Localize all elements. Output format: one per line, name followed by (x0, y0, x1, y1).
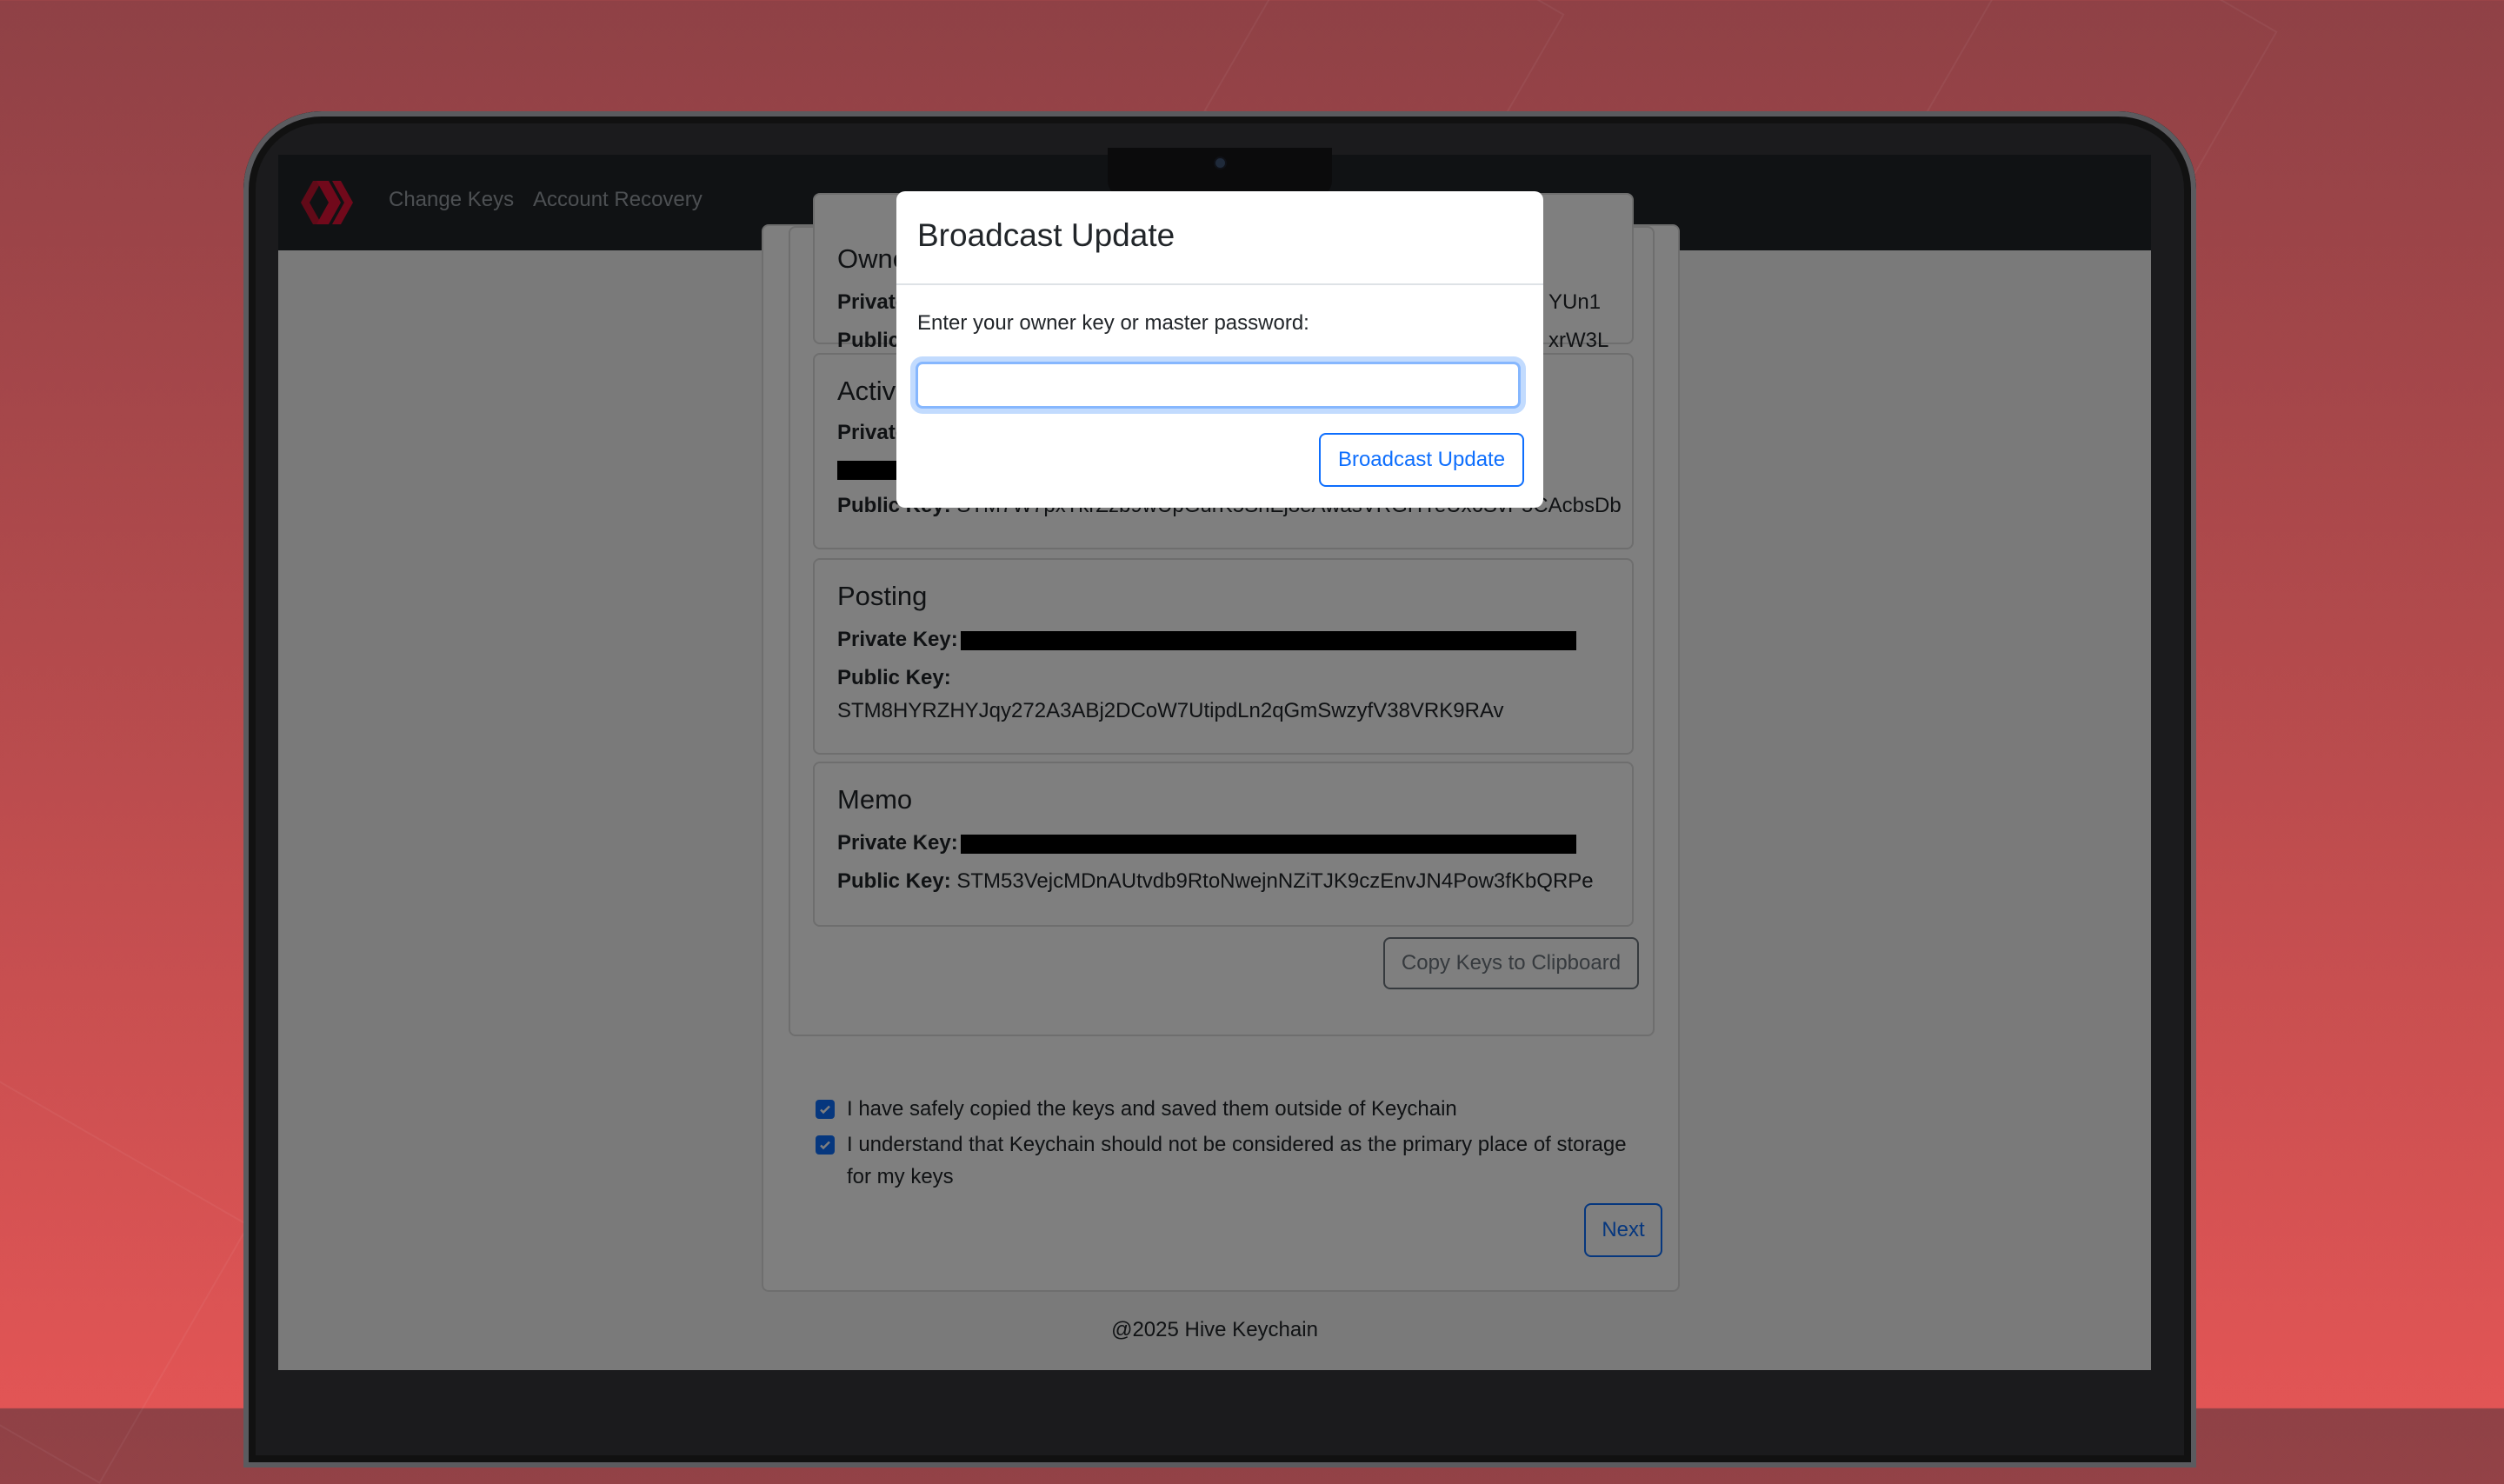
owner-key-input[interactable] (916, 362, 1521, 409)
camera-icon (1215, 158, 1225, 168)
modal-input-label: Enter your owner key or master password: (917, 311, 1309, 335)
broadcast-update-modal: Broadcast Update Enter your owner key or… (896, 191, 1543, 508)
camera-notch (1108, 148, 1332, 196)
modal-title: Broadcast Update (917, 217, 1175, 253)
broadcast-update-button[interactable]: Broadcast Update (1319, 433, 1524, 487)
background-hexagon (0, 1075, 250, 1484)
modal-header: Broadcast Update (896, 191, 1543, 285)
